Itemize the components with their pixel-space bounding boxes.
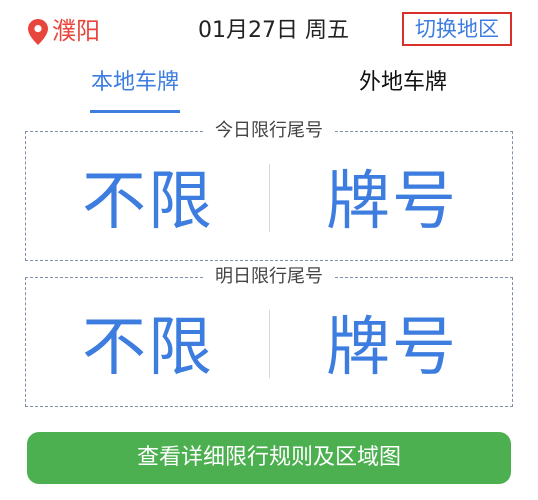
active-tab-indicator bbox=[90, 110, 180, 113]
today-plate-number: 牌号 bbox=[326, 165, 458, 239]
header-bar: 濮阳 01月27日 周五 切换地区 bbox=[0, 0, 538, 60]
tab-nonlocal-plate[interactable]: 外地车牌 bbox=[338, 66, 468, 100]
city-name[interactable]: 濮阳 bbox=[52, 14, 100, 48]
location-pin-icon bbox=[28, 19, 48, 45]
view-detail-rules-button[interactable]: 查看详细限行规则及区域图 bbox=[27, 432, 511, 484]
tab-local-plate[interactable]: 本地车牌 bbox=[70, 66, 200, 100]
tomorrow-restriction-status: 不限 bbox=[82, 311, 214, 385]
date-label: 01月27日 周五 bbox=[198, 18, 349, 43]
tomorrow-plate-number: 牌号 bbox=[326, 311, 458, 385]
today-restriction-status: 不限 bbox=[82, 165, 214, 239]
switch-region-button[interactable]: 切换地区 bbox=[402, 12, 512, 46]
tomorrow-restriction-panel: 明日限行尾号 不限 牌号 bbox=[25, 265, 513, 407]
today-restriction-panel: 今日限行尾号 不限 牌号 bbox=[25, 119, 513, 261]
